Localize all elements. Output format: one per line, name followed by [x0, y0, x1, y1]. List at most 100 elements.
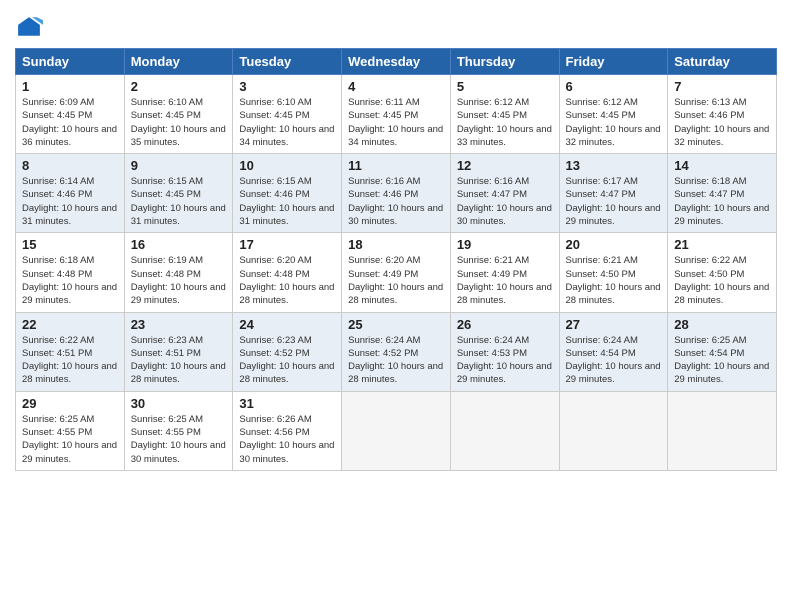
calendar-cell: 9Sunrise: 6:15 AMSunset: 4:45 PMDaylight…: [124, 154, 233, 233]
calendar-cell: 24 Sunrise: 6:23 AMSunset: 4:52 PMDayligh…: [233, 312, 342, 391]
calendar-cell: [668, 391, 777, 470]
calendar-cell: 6 Sunrise: 6:12 AMSunset: 4:45 PMDaylight…: [559, 75, 668, 154]
day-info: Sunrise: 6:12 AMSunset: 4:45 PMDaylight:…: [457, 96, 554, 149]
day-info: Sunrise: 6:17 AMSunset: 4:47 PMDaylight:…: [566, 175, 663, 228]
day-number: 3: [239, 79, 336, 94]
calendar-week-row: 22 Sunrise: 6:22 AMSunset: 4:51 PMDayligh…: [16, 312, 777, 391]
calendar-cell: 21 Sunrise: 6:22 AMSunset: 4:50 PMDayligh…: [668, 233, 777, 312]
day-number: 26: [457, 317, 554, 332]
day-info: Sunrise: 6:16 AMSunset: 4:46 PMDaylight:…: [348, 175, 445, 228]
day-number: 28: [674, 317, 771, 332]
calendar-cell: 13 Sunrise: 6:17 AMSunset: 4:47 PMDayligh…: [559, 154, 668, 233]
day-info: Sunrise: 6:24 AMSunset: 4:52 PMDaylight:…: [348, 334, 445, 387]
day-number: 11: [348, 158, 445, 173]
page: SundayMondayTuesdayWednesdayThursdayFrid…: [0, 0, 792, 612]
day-number: 8: [22, 158, 119, 173]
day-number: 29: [22, 396, 119, 411]
calendar-cell: 15Sunrise: 6:18 AMSunset: 4:48 PMDayligh…: [16, 233, 125, 312]
day-number: 17: [239, 237, 336, 252]
day-info: Sunrise: 6:23 AMSunset: 4:51 PMDaylight:…: [131, 334, 228, 387]
calendar-cell: [559, 391, 668, 470]
day-info: Sunrise: 6:20 AMSunset: 4:49 PMDaylight:…: [348, 254, 445, 307]
calendar-cell: 5Sunrise: 6:12 AMSunset: 4:45 PMDaylight…: [450, 75, 559, 154]
calendar-cell: 16Sunrise: 6:19 AMSunset: 4:48 PMDayligh…: [124, 233, 233, 312]
day-info: Sunrise: 6:25 AMSunset: 4:54 PMDaylight:…: [674, 334, 771, 387]
day-number: 7: [674, 79, 771, 94]
day-number: 19: [457, 237, 554, 252]
weekday-header-tuesday: Tuesday: [233, 49, 342, 75]
day-info: Sunrise: 6:21 AMSunset: 4:49 PMDaylight:…: [457, 254, 554, 307]
day-number: 6: [566, 79, 663, 94]
day-info: Sunrise: 6:16 AMSunset: 4:47 PMDaylight:…: [457, 175, 554, 228]
day-number: 20: [566, 237, 663, 252]
weekday-header-row: SundayMondayTuesdayWednesdayThursdayFrid…: [16, 49, 777, 75]
calendar-cell: 12 Sunrise: 6:16 AMSunset: 4:47 PMDayligh…: [450, 154, 559, 233]
calendar-week-row: 8 Sunrise: 6:14 AMSunset: 4:46 PMDaylight…: [16, 154, 777, 233]
calendar-cell: 25Sunrise: 6:24 AMSunset: 4:52 PMDayligh…: [342, 312, 451, 391]
calendar-cell: 30 Sunrise: 6:25 AMSunset: 4:55 PMDayligh…: [124, 391, 233, 470]
calendar-cell: 8 Sunrise: 6:14 AMSunset: 4:46 PMDaylight…: [16, 154, 125, 233]
day-info: Sunrise: 6:23 AMSunset: 4:52 PMDaylight:…: [239, 334, 336, 387]
calendar-week-row: 15Sunrise: 6:18 AMSunset: 4:48 PMDayligh…: [16, 233, 777, 312]
day-number: 22: [22, 317, 119, 332]
calendar-cell: 23Sunrise: 6:23 AMSunset: 4:51 PMDayligh…: [124, 312, 233, 391]
day-number: 31: [239, 396, 336, 411]
calendar-cell: 1 Sunrise: 6:09 AMSunset: 4:45 PMDaylight…: [16, 75, 125, 154]
header: [15, 10, 777, 42]
day-number: 14: [674, 158, 771, 173]
day-number: 12: [457, 158, 554, 173]
day-info: Sunrise: 6:24 AMSunset: 4:53 PMDaylight:…: [457, 334, 554, 387]
day-number: 13: [566, 158, 663, 173]
weekday-header-wednesday: Wednesday: [342, 49, 451, 75]
day-number: 18: [348, 237, 445, 252]
calendar-cell: 4 Sunrise: 6:11 AMSunset: 4:45 PMDaylight…: [342, 75, 451, 154]
day-info: Sunrise: 6:19 AMSunset: 4:48 PMDaylight:…: [131, 254, 228, 307]
day-info: Sunrise: 6:22 AMSunset: 4:50 PMDaylight:…: [674, 254, 771, 307]
day-info: Sunrise: 6:25 AMSunset: 4:55 PMDaylight:…: [22, 413, 119, 466]
calendar-cell: [450, 391, 559, 470]
day-info: Sunrise: 6:11 AMSunset: 4:45 PMDaylight:…: [348, 96, 445, 149]
calendar-cell: 28 Sunrise: 6:25 AMSunset: 4:54 PMDayligh…: [668, 312, 777, 391]
calendar-cell: 11 Sunrise: 6:16 AMSunset: 4:46 PMDayligh…: [342, 154, 451, 233]
calendar-cell: 17 Sunrise: 6:20 AMSunset: 4:48 PMDayligh…: [233, 233, 342, 312]
day-info: Sunrise: 6:15 AMSunset: 4:46 PMDaylight:…: [239, 175, 336, 228]
calendar-cell: 10 Sunrise: 6:15 AMSunset: 4:46 PMDayligh…: [233, 154, 342, 233]
logo: [15, 14, 47, 42]
calendar-cell: 29 Sunrise: 6:25 AMSunset: 4:55 PMDayligh…: [16, 391, 125, 470]
calendar-cell: 22 Sunrise: 6:22 AMSunset: 4:51 PMDayligh…: [16, 312, 125, 391]
day-number: 30: [131, 396, 228, 411]
calendar-cell: 19 Sunrise: 6:21 AMSunset: 4:49 PMDayligh…: [450, 233, 559, 312]
calendar-cell: 18 Sunrise: 6:20 AMSunset: 4:49 PMDayligh…: [342, 233, 451, 312]
calendar-week-row: 29 Sunrise: 6:25 AMSunset: 4:55 PMDayligh…: [16, 391, 777, 470]
day-info: Sunrise: 6:18 AMSunset: 4:47 PMDaylight:…: [674, 175, 771, 228]
day-number: 4: [348, 79, 445, 94]
day-info: Sunrise: 6:21 AMSunset: 4:50 PMDaylight:…: [566, 254, 663, 307]
day-number: 10: [239, 158, 336, 173]
day-info: Sunrise: 6:12 AMSunset: 4:45 PMDaylight:…: [566, 96, 663, 149]
day-info: Sunrise: 6:25 AMSunset: 4:55 PMDaylight:…: [131, 413, 228, 466]
weekday-header-friday: Friday: [559, 49, 668, 75]
day-number: 24: [239, 317, 336, 332]
calendar-cell: 20 Sunrise: 6:21 AMSunset: 4:50 PMDayligh…: [559, 233, 668, 312]
day-number: 2: [131, 79, 228, 94]
day-info: Sunrise: 6:10 AMSunset: 4:45 PMDaylight:…: [239, 96, 336, 149]
day-info: Sunrise: 6:13 AMSunset: 4:46 PMDaylight:…: [674, 96, 771, 149]
calendar-cell: 2 Sunrise: 6:10 AMSunset: 4:45 PMDaylight…: [124, 75, 233, 154]
day-info: Sunrise: 6:20 AMSunset: 4:48 PMDaylight:…: [239, 254, 336, 307]
weekday-header-sunday: Sunday: [16, 49, 125, 75]
weekday-header-thursday: Thursday: [450, 49, 559, 75]
day-number: 27: [566, 317, 663, 332]
day-info: Sunrise: 6:14 AMSunset: 4:46 PMDaylight:…: [22, 175, 119, 228]
day-number: 1: [22, 79, 119, 94]
day-info: Sunrise: 6:09 AMSunset: 4:45 PMDaylight:…: [22, 96, 119, 149]
weekday-header-monday: Monday: [124, 49, 233, 75]
day-info: Sunrise: 6:26 AMSunset: 4:56 PMDaylight:…: [239, 413, 336, 466]
day-info: Sunrise: 6:24 AMSunset: 4:54 PMDaylight:…: [566, 334, 663, 387]
day-number: 9: [131, 158, 228, 173]
day-number: 21: [674, 237, 771, 252]
calendar-cell: 3 Sunrise: 6:10 AMSunset: 4:45 PMDaylight…: [233, 75, 342, 154]
day-info: Sunrise: 6:10 AMSunset: 4:45 PMDaylight:…: [131, 96, 228, 149]
day-info: Sunrise: 6:22 AMSunset: 4:51 PMDaylight:…: [22, 334, 119, 387]
calendar-cell: 14 Sunrise: 6:18 AMSunset: 4:47 PMDayligh…: [668, 154, 777, 233]
day-number: 15: [22, 237, 119, 252]
